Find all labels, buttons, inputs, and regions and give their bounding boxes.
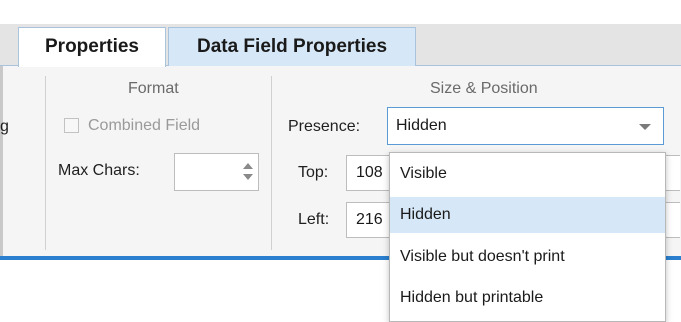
dropdown-option-hidden[interactable]: Hidden: [390, 197, 665, 233]
presence-select[interactable]: Hidden: [387, 107, 664, 145]
top-bar: [0, 0, 681, 24]
divider: [271, 76, 272, 250]
partial-label: g: [0, 118, 9, 135]
dropdown-option-hidden-printable[interactable]: Hidden but printable: [390, 280, 665, 316]
chevron-down-icon[interactable]: [639, 124, 651, 130]
presence-label: Presence:: [288, 118, 361, 135]
spin-up-icon[interactable]: [243, 163, 253, 169]
divider: [45, 76, 46, 250]
combined-field-label: Combined Field: [88, 117, 201, 134]
spin-down-icon[interactable]: [243, 174, 253, 180]
size-position-group-label: Size & Position: [430, 80, 538, 97]
format-group-label: Format: [128, 80, 179, 97]
tab-data-field-properties[interactable]: Data Field Properties: [168, 27, 416, 67]
max-chars-label: Max Chars:: [58, 162, 140, 179]
top-label: Top:: [298, 164, 329, 181]
tab-properties[interactable]: Properties: [18, 27, 166, 67]
presence-value: Hidden: [396, 117, 447, 134]
dropdown-option-visible-no-print[interactable]: Visible but doesn't print: [390, 239, 665, 275]
combined-field-checkbox[interactable]: [64, 118, 79, 133]
max-chars-stepper[interactable]: [174, 153, 259, 191]
presence-dropdown: Visible Hidden Visible but doesn't print…: [389, 152, 666, 322]
dropdown-option-visible[interactable]: Visible: [390, 156, 665, 192]
left-label: Left:: [298, 211, 330, 228]
